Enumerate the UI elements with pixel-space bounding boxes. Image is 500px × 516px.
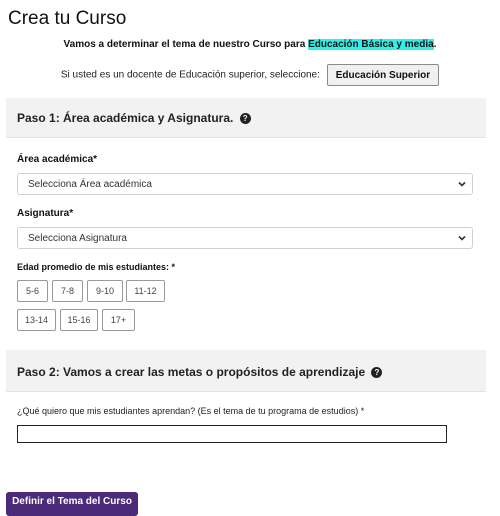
educacion-superior-button[interactable]: Educación Superior <box>326 64 440 86</box>
intro-text-end: . <box>433 39 437 50</box>
age-option-17-plus[interactable]: 17+ <box>102 309 135 331</box>
age-option-13-14[interactable]: 13-14 <box>17 309 56 331</box>
step1-title: Paso 1: Área académica y Asignatura. <box>17 111 234 125</box>
question-circle-icon[interactable]: ? <box>371 367 383 378</box>
step2-title: Paso 2: Vamos a crear las metas o propós… <box>17 365 366 379</box>
page-title: Crea tu Curso <box>8 8 127 29</box>
age-option-15-16[interactable]: 15-16 <box>60 309 98 331</box>
intro-highlight: Educación Básica y media <box>308 39 434 50</box>
age-option-5-6[interactable]: 5-6 <box>17 280 48 302</box>
age-label: Edad promedio de mis estudiantes: * <box>17 262 176 272</box>
learning-goal-label: ¿Qué quiero que mis estudiantes aprendan… <box>17 406 365 416</box>
step1-title-row: Paso 1: Área académica y Asignatura. ? <box>17 111 251 125</box>
step1-header: Paso 1: Área académica y Asignatura. ? <box>6 98 486 138</box>
define-course-topic-button[interactable]: Definir el Tema del Curso <box>6 492 138 516</box>
step2-header: Paso 2: Vamos a crear las metas o propós… <box>6 350 486 392</box>
step2-title-row: Paso 2: Vamos a crear las metas o propós… <box>17 365 383 379</box>
chevron-down-icon <box>458 235 466 241</box>
intro-text-main: Vamos a determinar el tema de nuestro Cu… <box>63 39 309 50</box>
subject-label: Asignatura* <box>17 208 74 219</box>
chevron-down-icon <box>458 181 466 187</box>
intro-text: Vamos a determinar el tema de nuestro Cu… <box>0 39 500 50</box>
subject-select[interactable]: Selecciona Asignatura <box>17 227 473 249</box>
question-circle-icon[interactable]: ? <box>239 113 251 124</box>
area-label: Área académica* <box>17 154 98 165</box>
subject-select-value: Selecciona Asignatura <box>28 233 127 244</box>
area-select[interactable]: Selecciona Área académica <box>17 173 473 195</box>
age-option-7-8[interactable]: 7-8 <box>52 280 83 302</box>
age-option-9-10[interactable]: 9-10 <box>87 280 123 302</box>
area-select-value: Selecciona Área académica <box>28 179 152 190</box>
learning-goal-input[interactable] <box>17 425 447 443</box>
superior-row: Si usted es un docente de Educación supe… <box>0 64 500 86</box>
age-option-11-12[interactable]: 11-12 <box>126 280 165 302</box>
superior-text: Si usted es un docente de Educación supe… <box>60 69 320 81</box>
